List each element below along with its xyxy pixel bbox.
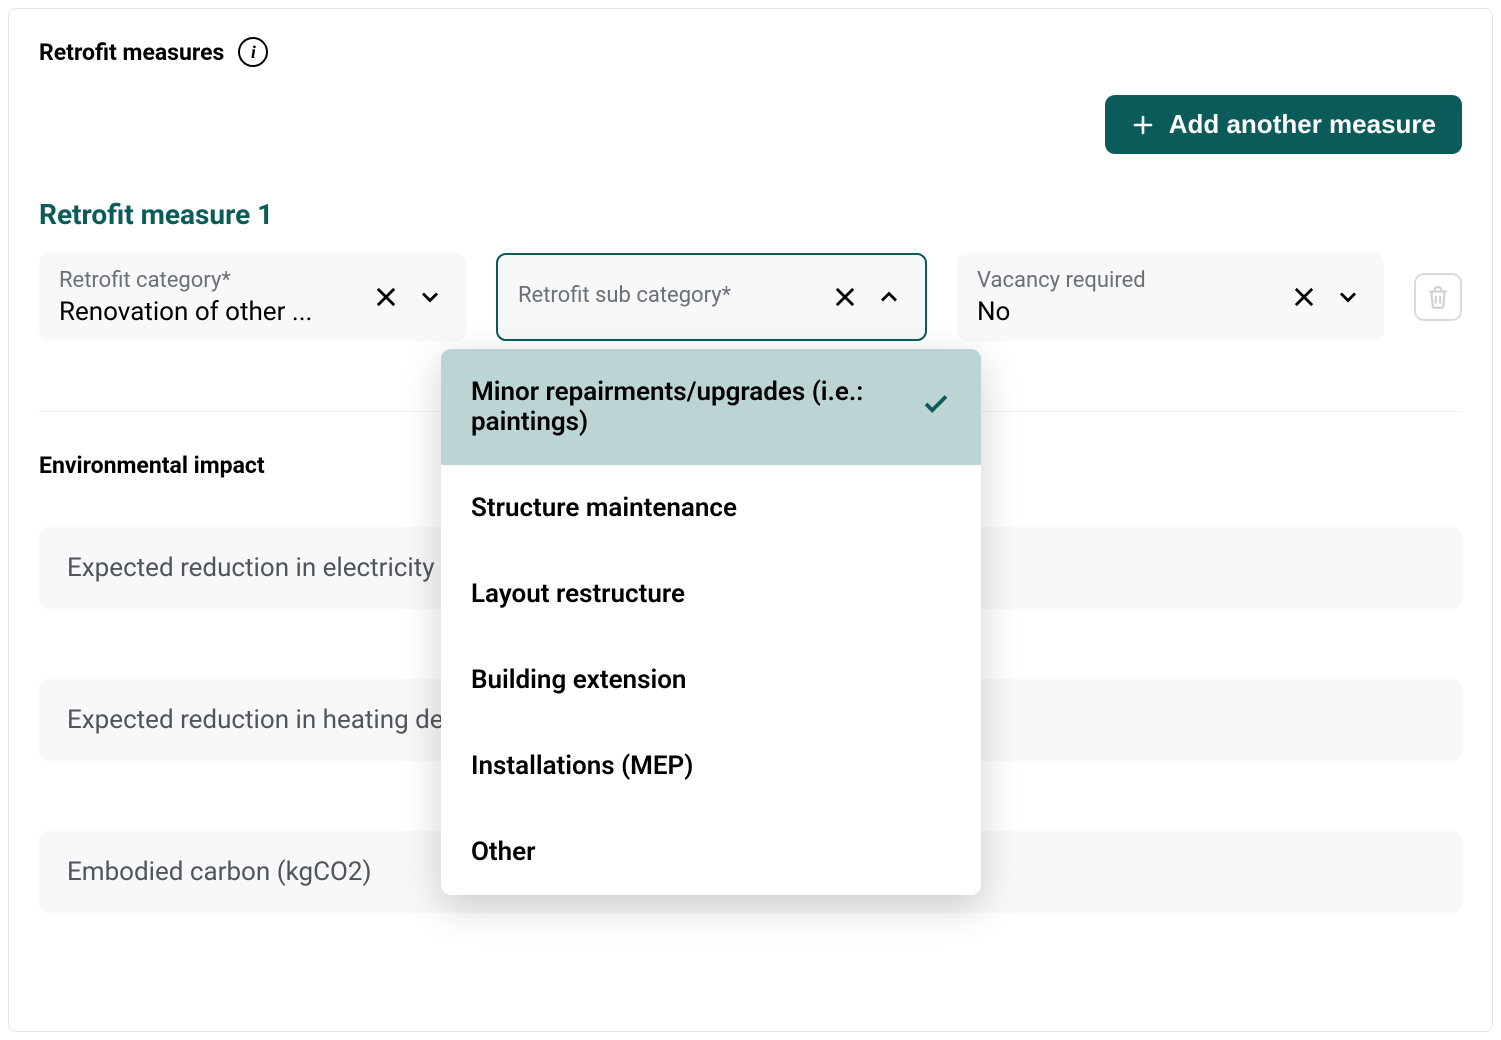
dropdown-option-label: Other [471,837,951,867]
retrofit-panel: Retrofit measures i Add another measure … [8,8,1493,1032]
clear-icon[interactable] [1288,281,1320,313]
vacancy-required-label: Vacancy required [977,268,1276,293]
retrofit-subcategory-label: Retrofit sub category* [518,283,817,308]
panel-actions: Add another measure [39,95,1462,154]
panel-header: Retrofit measures i [39,37,1462,67]
dropdown-option-label: Layout restructure [471,579,951,609]
chevron-down-icon[interactable] [414,281,446,313]
retrofit-subcategory-select[interactable]: Retrofit sub category* [496,253,927,341]
measure-title: Retrofit measure 1 [39,198,1462,231]
clear-icon[interactable] [370,281,402,313]
dropdown-option-label: Building extension [471,665,951,695]
chevron-up-icon[interactable] [873,281,905,313]
subcategory-dropdown[interactable]: Minor repairments/upgrades (i.e.: painti… [441,349,981,895]
trash-icon [1425,284,1451,310]
add-measure-button[interactable]: Add another measure [1105,95,1462,154]
add-measure-label: Add another measure [1169,109,1436,140]
dropdown-option-label: Structure maintenance [471,493,951,523]
dropdown-option[interactable]: Other [441,809,981,895]
panel-title: Retrofit measures [39,39,224,66]
info-icon[interactable]: i [238,37,268,67]
dropdown-option[interactable]: Minor repairments/upgrades (i.e.: painti… [441,349,981,465]
dropdown-option-label: Minor repairments/upgrades (i.e.: painti… [471,377,905,437]
dropdown-option[interactable]: Installations (MEP) [441,723,981,809]
chevron-down-icon[interactable] [1332,281,1364,313]
retrofit-category-select[interactable]: Retrofit category* Renovation of other .… [39,253,466,341]
retrofit-category-value: Renovation of other ... [59,297,358,327]
vacancy-required-value: No [977,297,1276,327]
check-icon [921,389,951,426]
dropdown-option[interactable]: Structure maintenance [441,465,981,551]
vacancy-required-select[interactable]: Vacancy required No [957,253,1384,341]
retrofit-category-label: Retrofit category* [59,268,358,293]
dropdown-option-label: Installations (MEP) [471,751,951,781]
delete-measure-button[interactable] [1414,273,1462,321]
dropdown-option[interactable]: Building extension [441,637,981,723]
measure-fields: Retrofit category* Renovation of other .… [39,253,1462,341]
clear-icon[interactable] [829,281,861,313]
plus-icon [1131,113,1155,137]
dropdown-option[interactable]: Layout restructure [441,551,981,637]
